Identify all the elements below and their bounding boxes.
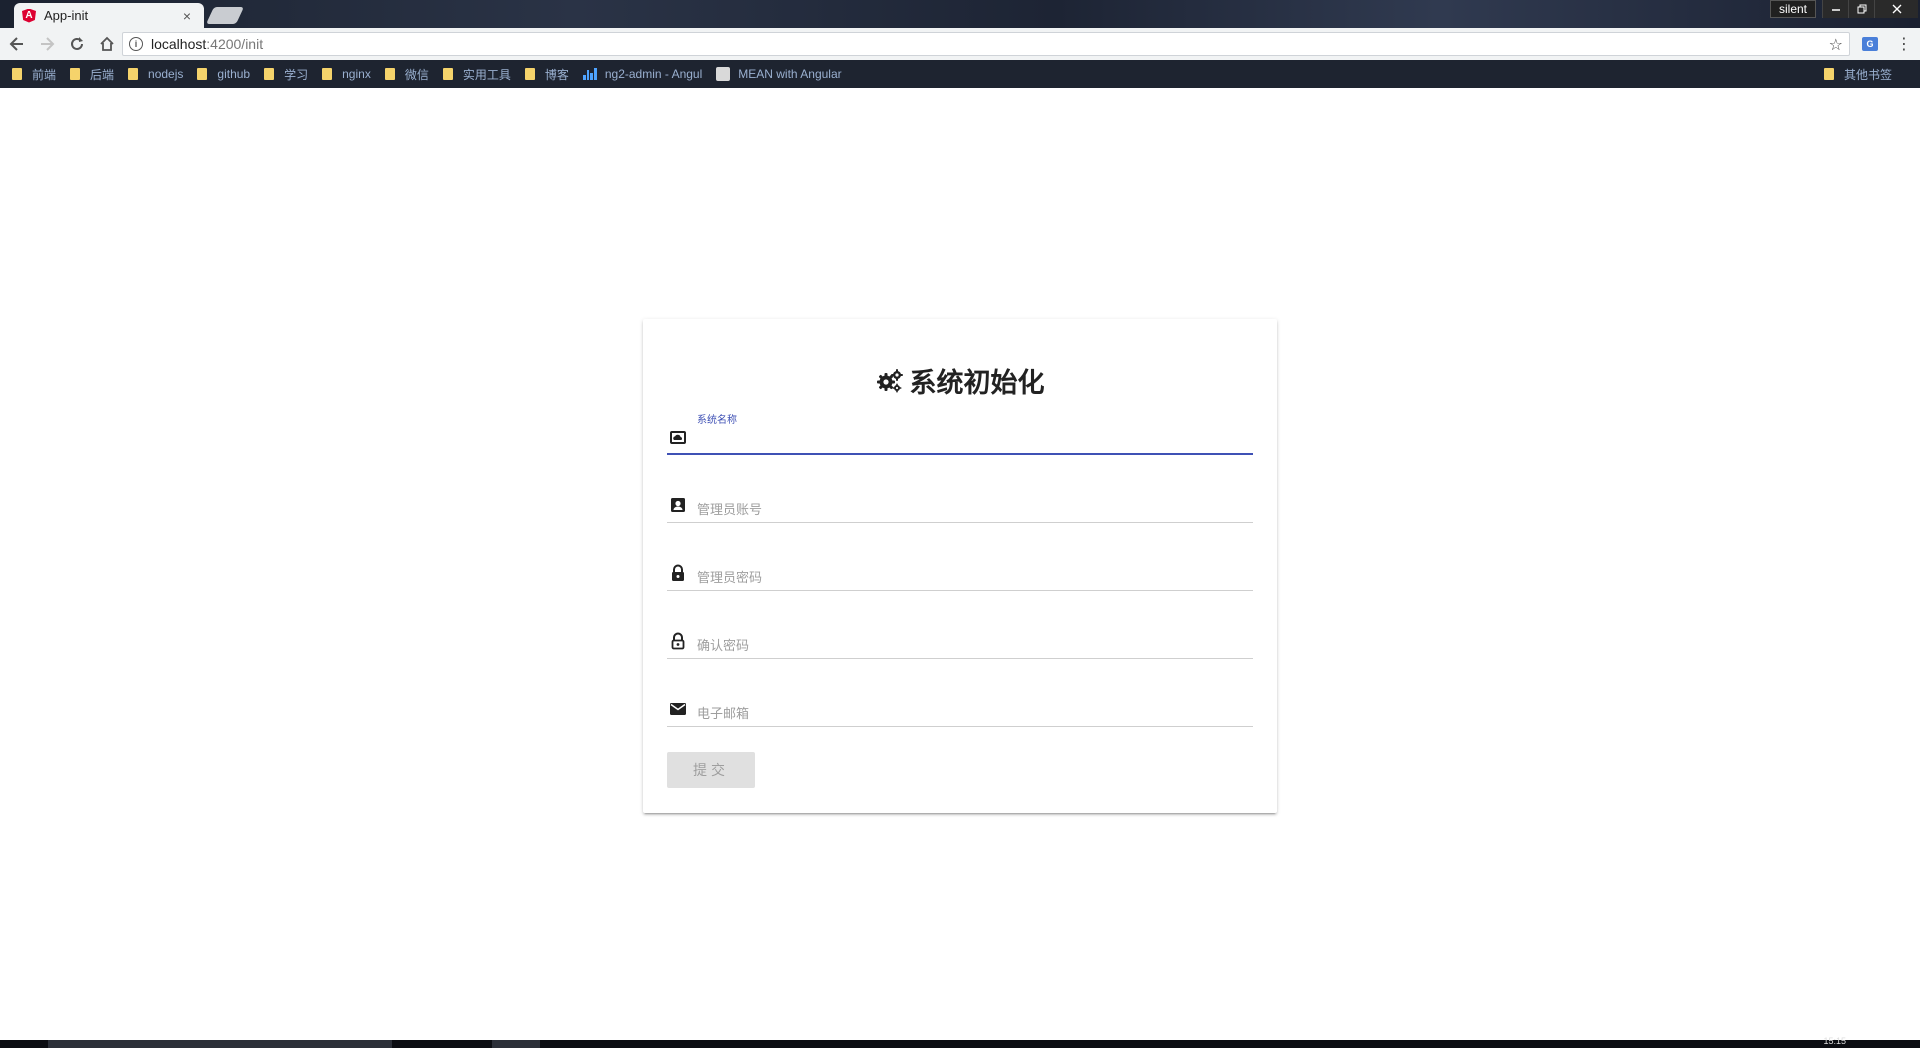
- admin-password-field[interactable]: 管理员密码: [667, 547, 1253, 591]
- close-window-icon[interactable]: [1874, 0, 1918, 18]
- system-name-field[interactable]: 系统名称: [667, 411, 1253, 455]
- bookmark-label: 学习: [284, 67, 309, 82]
- folder-icon: [442, 68, 453, 80]
- taskbar-item[interactable]: [492, 1040, 540, 1048]
- translate-extension-icon[interactable]: G: [1862, 37, 1878, 51]
- url-text[interactable]: localhost:4200/init: [151, 36, 263, 52]
- address-bar[interactable]: i localhost:4200/init ☆: [122, 32, 1850, 56]
- confirm-password-input[interactable]: [697, 629, 1247, 655]
- settings-gears-icon: [876, 368, 903, 392]
- init-form-card: 系统初始化 系统名称 管理员账号 管理员密码 确认密码 电子邮箱 提交: [643, 319, 1277, 813]
- submit-button[interactable]: 提交: [667, 752, 755, 788]
- other-bookmarks-folder[interactable]: 其他书签: [1823, 60, 1892, 88]
- cloud-card-icon: [670, 431, 686, 444]
- angular-favicon-icon: A: [22, 8, 36, 23]
- field-underline: [667, 658, 1253, 659]
- field-underline: [667, 590, 1253, 591]
- tab-title: App-init: [44, 8, 89, 23]
- bookmark-label: 后端: [90, 67, 115, 82]
- folder-icon: [384, 68, 395, 80]
- url-host: localhost: [151, 36, 207, 52]
- window-titlebar: A App-init × silent: [0, 0, 1920, 28]
- window-controls: [1822, 0, 1918, 18]
- os-taskbar: 15:15: [0, 1036, 1920, 1048]
- bookmark-folder[interactable]: nodejs: [128, 67, 183, 81]
- field-underline: [667, 726, 1253, 727]
- back-arrow-icon[interactable]: [4, 31, 30, 57]
- browser-toolbar: i localhost:4200/init ☆ G ⋮: [0, 28, 1920, 60]
- bookmark-label: github: [217, 67, 251, 81]
- email-input[interactable]: [697, 697, 1247, 723]
- taskbar-clock: 15:15: [1823, 1036, 1846, 1046]
- bookmark-link[interactable]: ng2-admin - Angul: [582, 67, 703, 81]
- new-tab-button[interactable]: [206, 7, 244, 24]
- tab-app-init[interactable]: A App-init ×: [14, 3, 204, 28]
- admin-account-input[interactable]: [697, 493, 1247, 519]
- url-path: :4200/init: [206, 36, 264, 52]
- reload-icon[interactable]: [64, 31, 90, 57]
- browser-menu-icon[interactable]: ⋮: [1896, 34, 1912, 54]
- bookmark-label: 实用工具: [462, 67, 511, 82]
- folder-icon: [12, 68, 22, 80]
- folder-icon: [1823, 68, 1834, 80]
- email-icon: [670, 703, 686, 715]
- folder-icon: [128, 68, 139, 80]
- folder-icon: [70, 68, 81, 80]
- lock-icon: [672, 564, 684, 581]
- bookmarks-bar: 前端 后端 nodejs github 学习 nginx 微信 实用工具 博客 …: [0, 60, 1920, 88]
- bookmark-folder[interactable]: 后端: [70, 66, 114, 83]
- folder-icon: [524, 68, 535, 80]
- bookmark-label: 博客: [544, 67, 569, 82]
- admin-password-input[interactable]: [697, 561, 1247, 587]
- page-favicon-icon: [716, 67, 731, 81]
- form-title: 系统初始化: [643, 361, 1277, 400]
- confirm-password-field[interactable]: 确认密码: [667, 615, 1253, 659]
- bookmark-label: 其他书签: [1843, 67, 1892, 82]
- profile-button[interactable]: silent: [1770, 0, 1816, 18]
- tab-close-icon[interactable]: ×: [180, 8, 194, 24]
- bookmark-star-icon[interactable]: ☆: [1829, 35, 1843, 55]
- bookmark-folder[interactable]: nginx: [322, 67, 371, 81]
- field-underline: [667, 522, 1253, 523]
- bookmark-label: nginx: [342, 67, 371, 81]
- folder-icon: [264, 68, 275, 80]
- bookmark-label: 微信: [404, 67, 429, 82]
- form-title-text: 系统初始化: [909, 368, 1045, 398]
- system-name-input[interactable]: [697, 425, 1247, 451]
- site-info-icon[interactable]: i: [129, 37, 143, 51]
- taskbar-item[interactable]: [48, 1040, 392, 1048]
- minimize-icon[interactable]: [1822, 0, 1848, 18]
- bookmark-label: 前端: [32, 67, 57, 82]
- folder-icon: [322, 68, 333, 80]
- bookmark-label: nodejs: [148, 67, 184, 81]
- lock-outline-icon: [671, 632, 685, 650]
- home-icon[interactable]: [94, 31, 120, 57]
- bookmark-label: MEAN with Angular: [738, 67, 842, 81]
- field-underline: [667, 453, 1253, 455]
- bookmark-folder[interactable]: github: [197, 67, 250, 81]
- bookmark-folder[interactable]: 实用工具: [442, 66, 511, 83]
- folder-icon: [197, 68, 208, 80]
- bookmark-label: ng2-admin - Angul: [604, 67, 703, 81]
- bookmark-folder[interactable]: 博客: [524, 66, 569, 83]
- admin-account-field[interactable]: 管理员账号: [667, 479, 1253, 523]
- bookmark-folder[interactable]: 学习: [264, 66, 308, 83]
- bar-chart-icon: [582, 68, 597, 80]
- bookmark-folder[interactable]: 微信: [384, 66, 429, 83]
- restore-icon[interactable]: [1848, 0, 1874, 18]
- account-box-icon: [671, 498, 685, 512]
- system-name-label: 系统名称: [697, 415, 737, 426]
- bookmark-link[interactable]: MEAN with Angular: [716, 67, 842, 81]
- bookmark-folder[interactable]: 前端: [12, 66, 56, 83]
- forward-arrow-icon[interactable]: [34, 31, 60, 57]
- email-field[interactable]: 电子邮箱: [667, 683, 1253, 727]
